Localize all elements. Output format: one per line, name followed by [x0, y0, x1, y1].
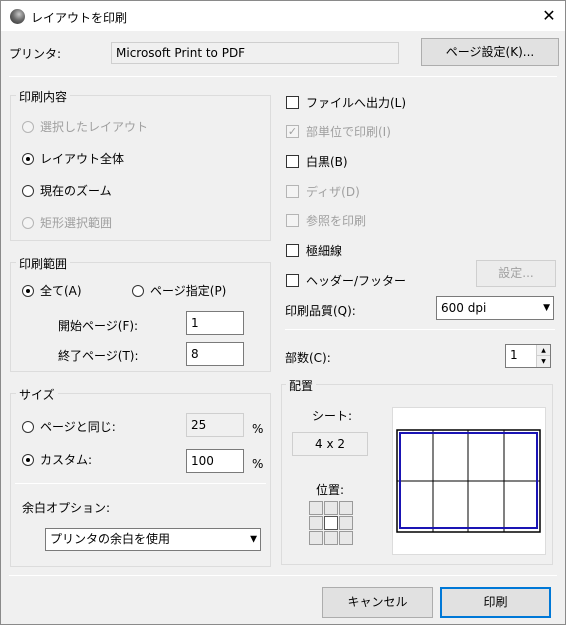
checkbox-box — [286, 185, 299, 198]
same-size-field: 25 — [186, 413, 244, 437]
margin-option-select[interactable]: プリンタの余白を使用 ▼ — [45, 528, 261, 551]
position-cell[interactable] — [339, 516, 353, 530]
position-cell[interactable] — [324, 501, 338, 515]
checkbox-monochrome[interactable]: 白黒(B) — [286, 153, 348, 170]
sheet-label: シート: — [312, 409, 353, 423]
checkbox-print-refs[interactable]: 参照を印刷 — [286, 212, 366, 229]
printer-field: Microsoft Print to PDF — [111, 42, 399, 64]
sheet-preview-grid — [396, 429, 541, 533]
checkbox-box — [286, 214, 299, 227]
app-icon — [10, 9, 25, 24]
start-page-input[interactable]: 1 — [186, 311, 244, 335]
checkbox-box — [286, 244, 299, 257]
checkbox-box — [286, 155, 299, 168]
chevron-down-icon: ▼ — [543, 303, 550, 313]
chevron-down-icon: ▼ — [250, 534, 257, 544]
checkmark-icon: ✓ — [286, 125, 299, 138]
custom-size-input[interactable]: 100 — [186, 449, 244, 473]
printer-label: プリンタ: — [9, 47, 62, 61]
size-separator — [15, 483, 266, 484]
header-footer-settings-button[interactable]: 設定... — [476, 260, 556, 287]
radio-circle — [22, 184, 34, 197]
print-content-legend: 印刷内容 — [16, 88, 71, 105]
position-cell[interactable] — [309, 531, 323, 545]
page-setup-button[interactable]: ページ設定(K)... — [421, 38, 559, 66]
position-cell[interactable] — [339, 501, 353, 515]
radio-circle — [22, 152, 34, 165]
quality-label: 印刷品質(Q): — [285, 304, 356, 318]
title-bar: レイアウトを印刷 ✕ — [1, 1, 565, 31]
separator-top — [9, 76, 557, 77]
position-cell[interactable] — [324, 531, 338, 545]
print-button[interactable]: 印刷 — [440, 587, 551, 618]
margin-option-label: 余白オプション: — [22, 501, 111, 515]
radio-custom-size[interactable]: カスタム: — [22, 451, 92, 468]
chevron-up-icon[interactable]: ▲ — [536, 345, 550, 356]
radio-current-zoom[interactable]: 現在のズーム — [22, 182, 112, 199]
start-page-label: 開始ページ(F): — [58, 319, 139, 333]
radio-circle — [22, 216, 34, 229]
checkbox-dither[interactable]: ディザ(D) — [286, 183, 360, 200]
checkbox-per-unit[interactable]: ✓ 部単位で印刷(I) — [286, 123, 391, 140]
position-cell-selected[interactable] — [324, 516, 338, 530]
close-icon[interactable]: ✕ — [533, 1, 565, 31]
radio-circle — [132, 284, 144, 297]
checkbox-header-footer[interactable]: ヘッダー/フッター — [286, 272, 406, 289]
position-picker[interactable] — [309, 501, 353, 545]
checkbox-file-output[interactable]: ファイルへ出力(L) — [286, 94, 406, 111]
end-page-label: 終了ページ(T): — [58, 349, 139, 363]
checkbox-hairline[interactable]: 極細線 — [286, 242, 342, 259]
radio-selected-layout[interactable]: 選択したレイアウト — [22, 118, 148, 135]
position-cell[interactable] — [309, 516, 323, 530]
print-range-legend: 印刷範囲 — [16, 255, 71, 272]
radio-same-as-page[interactable]: ページと同じ: — [22, 418, 116, 435]
separator-quality — [285, 329, 555, 330]
position-cell[interactable] — [339, 531, 353, 545]
sheet-preview — [392, 407, 546, 555]
copies-label: 部数(C): — [285, 351, 331, 365]
checkbox-box — [286, 96, 299, 109]
quality-select[interactable]: 600 dpi ▼ — [436, 296, 554, 320]
sheet-field: 4 x 2 — [292, 432, 368, 456]
position-cell[interactable] — [309, 501, 323, 515]
radio-circle — [22, 284, 34, 297]
cancel-button[interactable]: キャンセル — [322, 587, 433, 618]
percent-label: % — [252, 457, 264, 471]
percent-label: % — [252, 422, 264, 436]
radio-page-range[interactable]: ページ指定(P) — [132, 282, 226, 299]
position-label: 位置: — [316, 483, 345, 497]
separator-bottom — [9, 575, 557, 576]
window-title: レイアウトを印刷 — [31, 11, 128, 25]
checkbox-box — [286, 274, 299, 287]
print-layout-dialog: レイアウトを印刷 ✕ プリンタ: Microsoft Print to PDF … — [0, 0, 566, 625]
chevron-down-icon[interactable]: ▼ — [536, 356, 550, 367]
radio-all-pages[interactable]: 全て(A) — [22, 282, 82, 299]
radio-circle — [22, 120, 34, 133]
radio-rect-selection[interactable]: 矩形選択範囲 — [22, 214, 112, 231]
radio-circle — [22, 420, 34, 433]
arrangement-legend: 配置 — [286, 377, 317, 394]
radio-entire-layout[interactable]: レイアウト全体 — [22, 150, 124, 167]
end-page-input[interactable]: 8 — [186, 342, 244, 366]
copies-stepper[interactable]: 1 ▲ ▼ — [505, 344, 551, 368]
size-legend: サイズ — [16, 386, 58, 403]
radio-circle — [22, 453, 34, 466]
